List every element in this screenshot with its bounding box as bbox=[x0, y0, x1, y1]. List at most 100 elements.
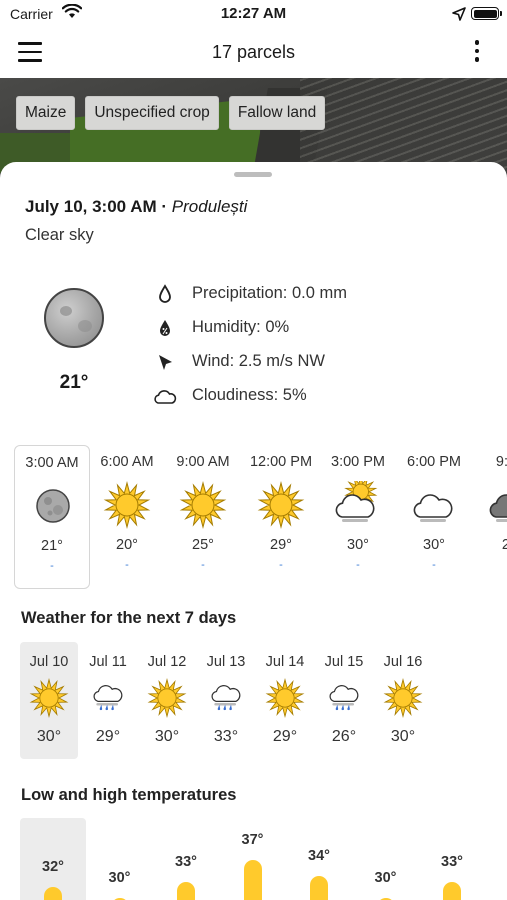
cloud-icon bbox=[410, 481, 458, 529]
more-options-icon[interactable] bbox=[470, 40, 484, 66]
chip-unspecified-crop[interactable]: Unspecified crop bbox=[85, 96, 219, 130]
temperature-column[interactable]: 33° bbox=[153, 818, 219, 900]
forecast-date: July 10, 3:00 AM bbox=[25, 197, 157, 216]
chip-maize[interactable]: Maize bbox=[16, 96, 76, 130]
hourly-time: 9:00 bbox=[495, 454, 507, 470]
sun-icon bbox=[147, 678, 187, 718]
hourly-item[interactable]: 6:00 AM 20° - bbox=[89, 445, 165, 589]
hourly-item[interactable]: 12:00 PM 29° - bbox=[243, 445, 319, 589]
temperature-column[interactable]: 33° bbox=[419, 818, 485, 900]
current-temperature: 21° bbox=[59, 372, 89, 393]
battery-icon bbox=[471, 7, 502, 20]
temperature-column[interactable]: 34° bbox=[286, 818, 352, 900]
moon-icon bbox=[29, 482, 77, 530]
daily-item[interactable]: Jul 11 29° bbox=[79, 642, 137, 759]
daily-temperature: 29° bbox=[95, 728, 121, 745]
wind-arrow-icon bbox=[159, 355, 172, 370]
daily-temperature: 30° bbox=[154, 728, 180, 745]
daily-temperature: 26° bbox=[331, 728, 357, 745]
sun-icon bbox=[257, 481, 305, 529]
rain-cloud-icon bbox=[206, 678, 246, 718]
temperature-column[interactable]: 32° bbox=[20, 818, 86, 900]
page-title: 17 parcels bbox=[211, 42, 296, 62]
forecast-date-location: July 10, 3:00 AM · Produlești bbox=[25, 197, 247, 217]
weather-bottom-sheet: July 10, 3:00 AM · Produlești Clear sky … bbox=[0, 162, 507, 900]
cloudiness-text: Cloudiness: 5% bbox=[192, 386, 307, 404]
hourly-temperature: 25° bbox=[192, 537, 214, 553]
daily-date: Jul 15 bbox=[324, 654, 364, 670]
hourly-precipitation: - bbox=[201, 559, 205, 571]
top-navigation-bar: 17 parcels bbox=[0, 28, 507, 78]
humidity-icon bbox=[160, 320, 170, 336]
daily-item[interactable]: Jul 16 30° bbox=[374, 642, 432, 759]
daily-item[interactable]: Jul 15 26° bbox=[315, 642, 373, 759]
temperature-bar bbox=[243, 860, 262, 900]
daily-forecast-title: Weather for the next 7 days bbox=[21, 609, 237, 627]
hourly-time: 9:00 AM bbox=[176, 454, 230, 470]
hourly-time: 6:00 PM bbox=[407, 454, 461, 470]
wind-text: Wind: 2.5 m/s NW bbox=[192, 352, 325, 370]
sun-icon bbox=[103, 481, 151, 529]
temperature-label: 33° bbox=[175, 853, 197, 870]
temperature-column[interactable]: 30° bbox=[87, 818, 153, 900]
sheet-grabber-handle[interactable] bbox=[234, 172, 272, 177]
clock: 12:27 AM bbox=[220, 5, 287, 22]
daily-date: Jul 10 bbox=[29, 654, 69, 670]
daily-temperature: 33° bbox=[213, 728, 239, 745]
crop-filter-chips: Maize Unspecified crop Fallow land bbox=[16, 96, 326, 130]
daily-date: Jul 16 bbox=[383, 654, 423, 670]
temperature-column[interactable]: 30° bbox=[353, 818, 419, 900]
hourly-forecast-strip[interactable]: 3:00 AM 21° -6:00 AM 20° -9:00 AM 25° -1… bbox=[0, 445, 507, 595]
hourly-item[interactable]: 3:00 PM 30° - bbox=[320, 445, 396, 589]
hourly-item[interactable]: 9:00 24 bbox=[472, 445, 507, 589]
hourly-item[interactable]: 9:00 AM 25° - bbox=[165, 445, 241, 589]
hourly-time: 3:00 PM bbox=[331, 454, 385, 470]
hourly-time: 3:00 AM bbox=[25, 455, 79, 471]
precipitation-drop-icon bbox=[159, 284, 171, 303]
hourly-precipitation: - bbox=[356, 559, 360, 571]
location-name: Produlești bbox=[171, 197, 248, 216]
daily-item[interactable]: Jul 12 30° bbox=[138, 642, 196, 759]
hourly-temperature: 30° bbox=[423, 537, 445, 553]
daily-temperature: 29° bbox=[272, 728, 298, 745]
moon-icon bbox=[44, 288, 104, 348]
daily-item[interactable]: Jul 13 33° bbox=[197, 642, 255, 759]
hourly-item[interactable]: 3:00 AM 21° - bbox=[14, 445, 90, 589]
temperature-column[interactable]: 37° bbox=[220, 818, 286, 900]
daily-temperature: 30° bbox=[390, 728, 416, 745]
hourly-precipitation: - bbox=[125, 559, 129, 571]
cloud-outline-icon bbox=[154, 390, 177, 404]
temperature-bar bbox=[177, 881, 195, 900]
daily-item[interactable]: Jul 14 29° bbox=[256, 642, 314, 759]
location-arrow-icon bbox=[452, 7, 466, 21]
separator-dot: · bbox=[161, 197, 168, 216]
temperature-bar bbox=[44, 887, 62, 900]
hourly-temperature: 30° bbox=[347, 537, 369, 553]
daily-forecast-strip: Jul 10 30° Jul 11 29° Jul 12 30° Jul 13 33°… bbox=[20, 642, 500, 760]
hourly-item[interactable]: 6:00 PM 30° - bbox=[396, 445, 472, 589]
temperature-label: 30° bbox=[374, 870, 397, 886]
temperature-label: 34° bbox=[308, 848, 330, 865]
chip-fallow-land[interactable]: Fallow land bbox=[228, 96, 326, 130]
hourly-temperature: 29° bbox=[270, 537, 292, 553]
temperature-bar bbox=[310, 876, 328, 900]
daily-date: Jul 14 bbox=[265, 654, 305, 670]
sun-icon bbox=[29, 678, 69, 718]
daily-item[interactable]: Jul 10 30° bbox=[20, 642, 78, 759]
rain-cloud-icon bbox=[88, 678, 128, 718]
humidity-text: Humidity: 0% bbox=[192, 318, 290, 336]
sun-icon bbox=[383, 678, 423, 718]
high-temperature-bars: 32° 30° 33° 37° 34° 30° 33° bbox=[20, 818, 500, 900]
hourly-temperature: 21° bbox=[41, 538, 63, 554]
hourly-precipitation: - bbox=[432, 559, 436, 571]
precipitation-text: Precipitation: 0.0 mm bbox=[192, 284, 347, 302]
hourly-temperature: 20° bbox=[116, 537, 138, 553]
temperature-bar bbox=[443, 881, 461, 900]
daily-temperature: 30° bbox=[36, 728, 62, 745]
temperature-label: 30° bbox=[108, 870, 131, 886]
hourly-time: 12:00 PM bbox=[249, 454, 313, 470]
daily-date: Jul 12 bbox=[147, 654, 187, 670]
dark-cloud-icon bbox=[486, 481, 507, 529]
temperature-label: 33° bbox=[441, 853, 463, 870]
daily-date: Jul 13 bbox=[206, 654, 246, 670]
